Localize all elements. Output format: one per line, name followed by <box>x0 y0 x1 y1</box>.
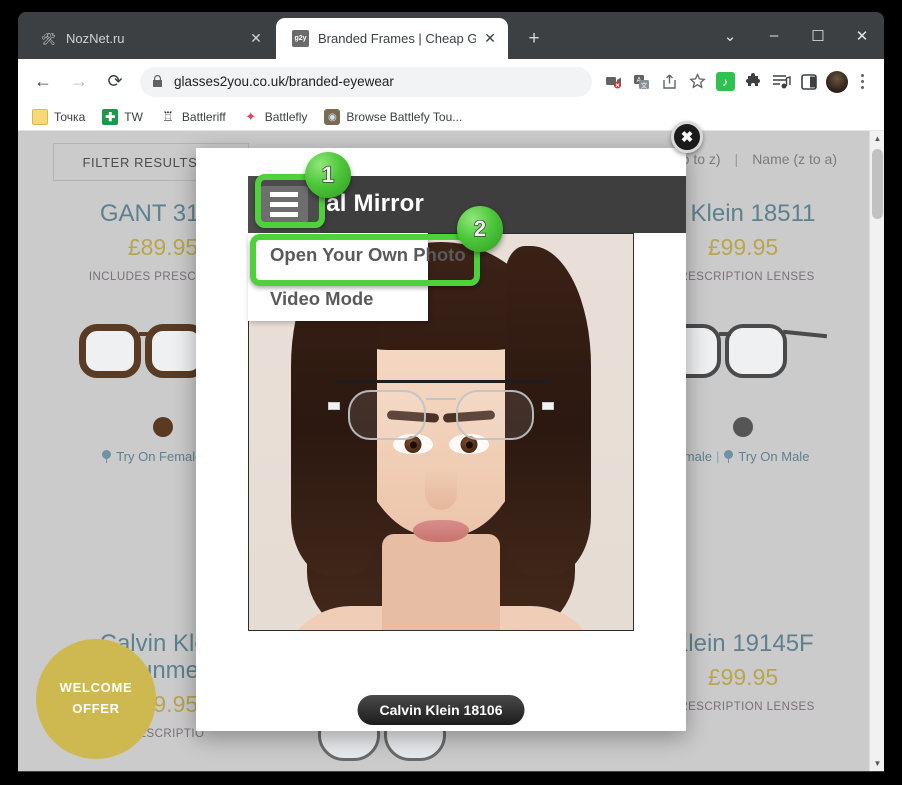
bookmark-tochka[interactable]: Точка <box>32 109 85 125</box>
frame-name-pill: Calvin Klein 18106 <box>357 695 525 725</box>
try-on-separator: | <box>716 448 720 464</box>
tab-search-chevron-icon[interactable]: ⌄ <box>708 16 752 56</box>
step-badge-2: 2 <box>457 206 503 252</box>
window-controls: ⌄ – ☐ ✕ <box>708 12 884 59</box>
forward-button[interactable]: → <box>64 67 94 97</box>
lock-icon <box>152 75 163 88</box>
address-bar[interactable]: glasses2you.co.uk/branded-eyewear <box>140 66 592 97</box>
try-on-female-link[interactable]: Try On Female <box>116 449 202 464</box>
bookmarks-bar: Точка ✚ TW ♖ Battleriff ✦ Battlefly ◉ Br… <box>18 104 884 131</box>
tab-title: NozNet.ru <box>66 31 125 46</box>
translate-icon[interactable]: A文 <box>628 69 654 95</box>
sort-separator: | <box>734 151 739 167</box>
lips <box>413 520 469 542</box>
new-tab-button[interactable]: + <box>521 26 547 52</box>
reading-list-icon[interactable] <box>768 69 794 95</box>
maximize-button[interactable]: ☐ <box>796 16 840 56</box>
welcome-offer-line2: OFFER <box>72 701 120 716</box>
color-swatch[interactable] <box>153 416 173 437</box>
profile-avatar[interactable] <box>826 70 848 93</box>
tw-icon: ✚ <box>102 109 119 125</box>
tools-icon: 🛠 <box>40 31 57 46</box>
svg-text:文: 文 <box>640 80 647 89</box>
bookmark-tw[interactable]: ✚ TW <box>102 109 143 125</box>
screenshot-root: 🛠 NozNet.ru ✕ g2y Branded Frames | Cheap… <box>0 0 902 785</box>
try-on-pin-icon <box>101 449 112 463</box>
step-badge-1: 1 <box>305 152 351 198</box>
tab-close-icon[interactable]: ✕ <box>482 30 498 48</box>
video-mode-item[interactable]: Video Mode <box>248 277 428 321</box>
bookmark-label: Battlefly <box>264 110 308 124</box>
virtual-glasses-overlay <box>328 380 554 444</box>
close-icon[interactable]: ✖ <box>671 121 703 153</box>
minimize-button[interactable]: – <box>752 16 796 56</box>
sort-bar: p to z) | Name (z to a) <box>682 151 837 167</box>
filter-results-label: FILTER RESULTS <box>82 154 198 170</box>
battlefy-icon: ◉ <box>324 109 341 125</box>
browser-toolbar: ← → ⟳ glasses2you.co.uk/branded-eyewear … <box>18 59 884 104</box>
virtual-mirror-modal: Virtual Mirror Open Your Own Photo Video… <box>196 148 686 731</box>
bookmark-label: Точка <box>54 110 86 124</box>
neck <box>382 534 500 630</box>
tab-branded-frames[interactable]: g2y Branded Frames | Cheap Glasses ✕ <box>276 18 508 59</box>
nose <box>425 470 457 510</box>
tab-close-icon[interactable]: ✕ <box>248 30 264 48</box>
bookmark-label: Browse Battlefy Tou... <box>346 110 463 124</box>
welcome-offer-line1: WELCOME <box>59 680 133 696</box>
scroll-up-arrow-icon[interactable]: ▲ <box>870 131 884 146</box>
g2y-favicon: g2y <box>292 30 309 47</box>
sort-option-name-z-a[interactable]: Name (z to a) <box>752 151 837 167</box>
back-button[interactable]: ← <box>28 67 58 97</box>
chrome-menu-button[interactable] <box>850 74 874 89</box>
url-text: glasses2you.co.uk/branded-eyewear <box>174 74 394 89</box>
close-window-button[interactable]: ✕ <box>840 16 884 56</box>
scrollbar-thumb[interactable] <box>872 149 883 219</box>
reload-button[interactable]: ⟳ <box>100 67 130 97</box>
tab-title: Branded Frames | Cheap Glasses <box>318 31 476 46</box>
bookmark-label: Battleriff <box>181 110 226 124</box>
hamburger-menu-icon[interactable] <box>260 186 308 223</box>
bookmark-battleriff[interactable]: ♖ Battleriff <box>160 109 226 125</box>
virtual-mirror-menu: Open Your Own Photo Video Mode <box>248 233 466 321</box>
color-swatch[interactable] <box>733 416 753 437</box>
camera-blocked-icon[interactable] <box>600 69 626 95</box>
share-icon[interactable] <box>656 69 682 95</box>
bookmark-star-icon[interactable] <box>684 69 710 95</box>
try-on-pin-icon <box>723 449 734 463</box>
music-extension-icon[interactable]: ♪ <box>712 69 738 95</box>
page-scrollbar[interactable]: ▲ ▼ <box>869 131 884 771</box>
scroll-down-arrow-icon[interactable]: ▼ <box>870 756 884 771</box>
battleriff-icon: ♖ <box>162 109 174 124</box>
step-badge-number: 1 <box>321 162 335 187</box>
battlefly-icon: ✦ <box>245 109 257 124</box>
try-on-male-link[interactable]: Try On Male <box>738 449 809 464</box>
bookmark-battlefly[interactable]: ✦ Battlefly <box>243 109 308 125</box>
bookmark-browse-battlefy[interactable]: ◉ Browse Battlefy Tou... <box>324 109 462 125</box>
bookmark-label: TW <box>124 110 143 124</box>
folder-icon <box>32 109 48 125</box>
open-your-own-photo-item[interactable]: Open Your Own Photo <box>248 233 466 277</box>
side-panel-icon[interactable] <box>796 69 822 95</box>
tab-strip: 🛠 NozNet.ru ✕ g2y Branded Frames | Cheap… <box>18 12 884 59</box>
welcome-offer-badge[interactable]: WELCOME OFFER <box>36 639 156 759</box>
tab-noznet[interactable]: 🛠 NozNet.ru ✕ <box>24 18 274 59</box>
step-badge-number: 2 <box>473 216 487 241</box>
sort-option-partial[interactable]: p to z) <box>682 151 721 167</box>
extensions-puzzle-icon[interactable] <box>740 69 766 95</box>
